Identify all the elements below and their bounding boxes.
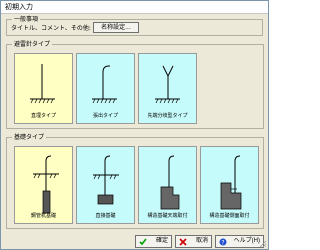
rod-type-direct-buried-label: 直埋タイプ — [30, 113, 56, 119]
cancel-x-icon — [179, 238, 187, 246]
cancel-button-label: 取消 — [195, 238, 208, 244]
cancel-button[interactable]: 取消 — [175, 235, 212, 248]
dialog-window: 初期入力 一般事項 タイトル、コメント、その他: 名称設定... 避雷針タイプ … — [0, 0, 269, 250]
svg-text:?: ? — [221, 239, 224, 246]
foundation-structure-top-mount[interactable]: 構造基礎天端取付 — [138, 146, 197, 224]
help-button-label: ヘルプ(H) — [233, 238, 260, 244]
help-icon: ? — [219, 238, 227, 246]
rod-type-overhang[interactable]: 張出タイプ — [76, 53, 135, 124]
ok-button[interactable]: 確定 — [135, 235, 172, 248]
foundation-steel-pipe-pile[interactable]: 鋼管杭基礎 — [14, 146, 73, 224]
rod-type-overhang-label: 張出タイプ — [92, 113, 118, 119]
foundation-structure-side-mount-label: 構造基礎側面取付 — [209, 213, 250, 219]
foundation-structure-top-mount-label: 構造基礎天端取付 — [147, 213, 188, 219]
lightning-rod-group: 避雷針タイプ 直埋タイプ 張出タイプ 先端分岐型タイプ — [6, 40, 264, 129]
general-group-label: 一般事項 — [12, 15, 41, 24]
checkmark-icon — [139, 238, 147, 246]
foundation-direct[interactable]: 直接基礎 — [76, 146, 135, 224]
window-title: 初期入力 — [5, 3, 33, 11]
rod-type-branch-tip[interactable]: 先端分岐型タイプ — [138, 53, 197, 124]
foundation-steel-pipe-pile-label: 鋼管杭基礎 — [30, 213, 56, 219]
foundation-group: 基礎タイプ 鋼管杭基礎 直接基礎 構造基礎天端取付 構造基礎側面取付 — [6, 133, 264, 229]
rod-type-branch-tip-label: 先端分岐型タイプ — [147, 113, 188, 119]
lightning-rod-group-label: 避雷針タイプ — [12, 40, 53, 49]
general-group: 一般事項 タイトル、コメント、その他: 名称設定... — [6, 15, 263, 36]
general-description: タイトル、コメント、その他: — [11, 25, 91, 32]
name-setting-button[interactable]: 名称設定... — [93, 22, 139, 33]
foundation-structure-side-mount[interactable]: 構造基礎側面取付 — [200, 146, 259, 224]
foundation-direct-label: 直接基礎 — [95, 213, 116, 219]
title-bar: 初期入力 — [1, 1, 268, 14]
help-button[interactable]: ? ヘルプ(H) — [215, 235, 264, 248]
rod-type-direct-buried[interactable]: 直埋タイプ — [14, 53, 73, 124]
ok-button-label: 確定 — [155, 238, 168, 244]
foundation-group-label: 基礎タイプ — [12, 133, 47, 142]
resize-grip-icon[interactable] — [259, 240, 267, 248]
